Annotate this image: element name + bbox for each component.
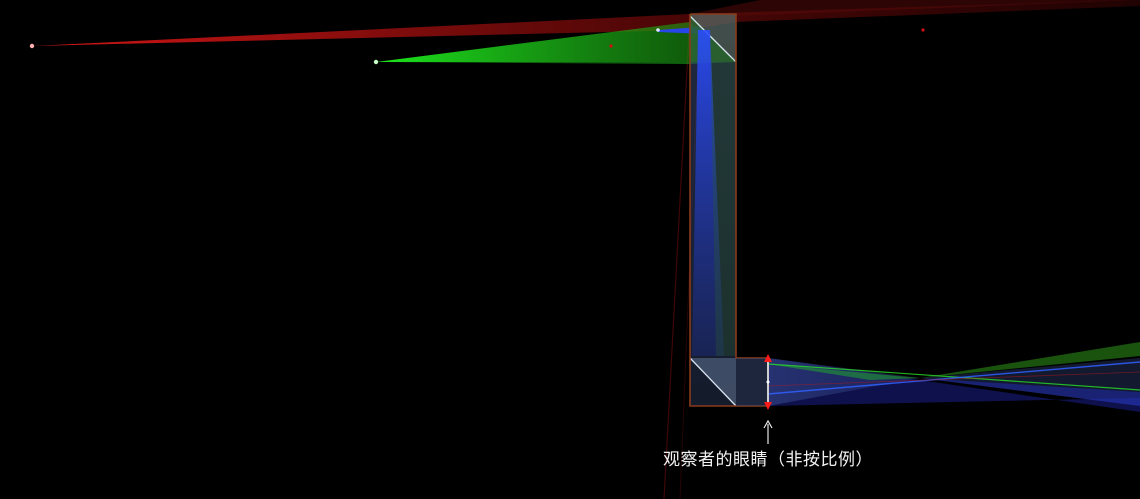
stray-ray-line — [663, 13, 691, 499]
exit-beam-glass — [736, 358, 768, 406]
red-source-point — [29, 43, 35, 49]
optical-diagram — [29, 0, 1140, 499]
red-marker-dot — [921, 28, 925, 32]
red-marker-dot — [609, 44, 613, 48]
eye-center-dot — [766, 380, 770, 384]
green-source-point — [373, 59, 379, 65]
observer-eye-label: 观察者的眼睛（非按比例） — [663, 450, 873, 470]
blue-source-point — [656, 28, 660, 32]
green-ray-beam-lower — [376, 62, 736, 64]
